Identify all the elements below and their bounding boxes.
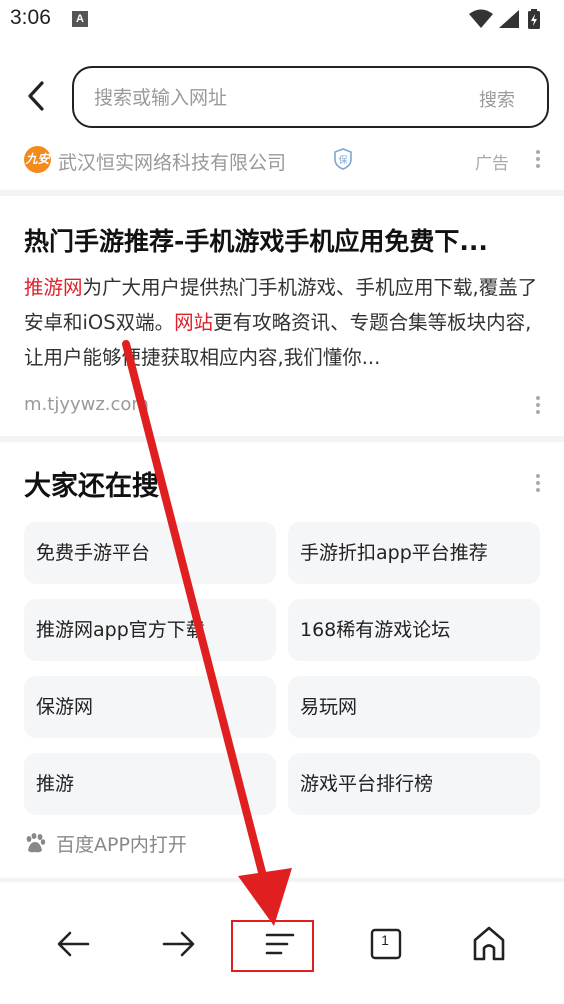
result-title[interactable]: 热门手游推荐-手机游戏手机应用免费下...	[24, 222, 544, 258]
tab-count: 1	[381, 932, 389, 948]
section-divider	[0, 878, 564, 882]
related-chip[interactable]: 保游网	[24, 676, 276, 738]
vertical-dots-icon[interactable]	[535, 396, 541, 418]
nav-tabs-button[interactable]: 1	[364, 922, 408, 966]
search-bar: 搜索	[0, 60, 564, 134]
snippet-keyword: 推游网	[24, 276, 83, 299]
result-url[interactable]: m.tjyywz.com	[24, 394, 149, 415]
wifi-icon	[469, 9, 493, 28]
related-chip[interactable]: 推游网app官方下载	[24, 599, 276, 661]
nav-forward-button[interactable]	[156, 922, 200, 966]
home-icon	[473, 926, 505, 961]
shield-bao-icon: 保	[333, 148, 353, 170]
related-chip[interactable]: 推游	[24, 753, 276, 815]
vertical-dots-icon[interactable]	[535, 150, 541, 172]
battery-charging-icon	[528, 9, 540, 29]
related-searches: 大家还在搜 免费手游平台 手游折扣app平台推荐 推游网app官方下载 168稀…	[0, 444, 564, 876]
chevron-left-icon	[28, 81, 44, 111]
forward-arrow-icon	[162, 931, 195, 957]
status-bar: 3:06 A	[0, 0, 564, 40]
search-input[interactable]	[94, 84, 414, 112]
related-chip[interactable]: 易玩网	[288, 676, 540, 738]
snippet-keyword: 网站	[174, 311, 214, 334]
section-divider	[0, 436, 564, 442]
related-chip[interactable]: 游戏平台排行榜	[288, 753, 540, 815]
svg-text:保: 保	[338, 154, 347, 166]
result-snippet: 推游网为广大用户提供热门手机游戏、手机应用下载,覆盖了安卓和iOS双端。网站更有…	[24, 270, 540, 375]
back-button[interactable]	[18, 78, 54, 114]
vertical-dots-icon[interactable]	[535, 474, 541, 496]
nav-back-button[interactable]	[52, 922, 96, 966]
nav-home-button[interactable]	[467, 922, 511, 966]
advertiser-name[interactable]: 武汉恒实网络科技有限公司	[58, 148, 286, 175]
status-time: 3:06	[10, 6, 51, 29]
back-arrow-icon	[57, 931, 90, 957]
annotation-highlight-box	[231, 920, 314, 972]
open-in-app-label[interactable]: 百度APP内打开	[56, 830, 187, 857]
section-divider	[0, 190, 564, 196]
notification-a-icon: A	[72, 11, 88, 27]
signal-icon	[499, 10, 519, 28]
related-title: 大家还在搜	[24, 471, 159, 502]
related-chip[interactable]: 手游折扣app平台推荐	[288, 522, 540, 584]
search-result-card[interactable]: 热门手游推荐-手机游戏手机应用免费下... 推游网为广大用户提供热门手机游戏、手…	[0, 200, 564, 436]
search-box[interactable]: 搜索	[72, 66, 549, 128]
related-chip[interactable]: 免费手游平台	[24, 522, 276, 584]
search-submit-button[interactable]: 搜索	[479, 86, 515, 112]
advertiser-logo: 九安	[24, 146, 51, 173]
status-icons	[468, 8, 554, 30]
related-chip[interactable]: 168稀有游戏论坛	[288, 599, 540, 661]
ad-label: 广告	[475, 154, 509, 174]
ad-source-row[interactable]: 九安 武汉恒实网络科技有限公司 保 广告	[0, 140, 564, 180]
baidu-paw-icon	[26, 833, 46, 853]
